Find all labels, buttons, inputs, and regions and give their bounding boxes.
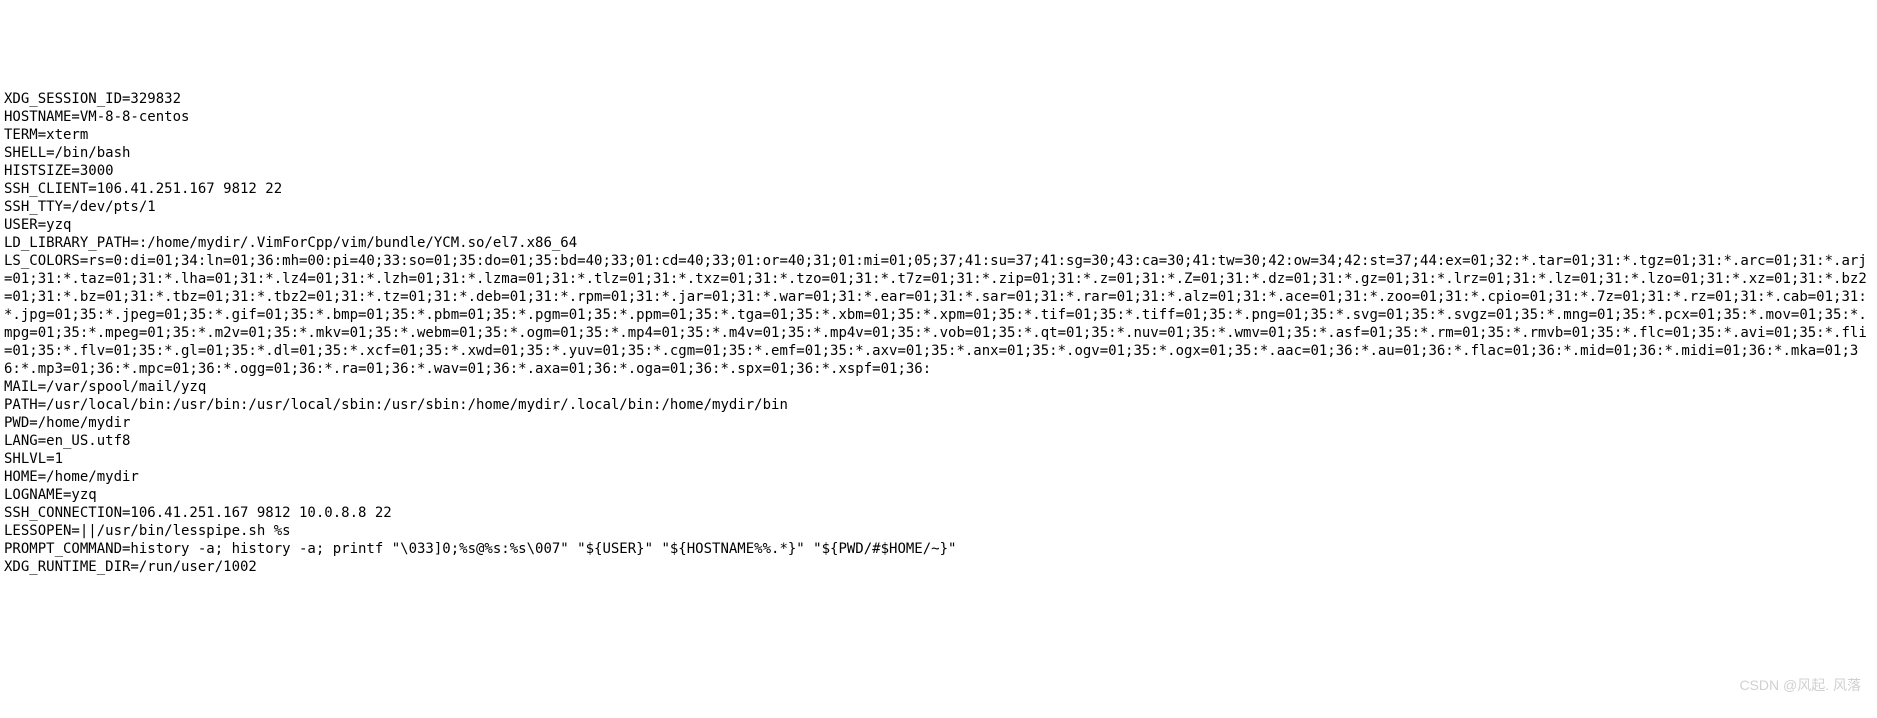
env-line: LESSOPEN=||/usr/bin/lesspipe.sh %s — [4, 523, 291, 539]
env-line: MAIL=/var/spool/mail/yzq — [4, 379, 206, 395]
env-line: LS_COLORS=rs=0:di=01;34:ln=01;36:mh=00:p… — [4, 253, 1867, 377]
env-line: SHELL=/bin/bash — [4, 145, 130, 161]
env-line: SSH_CLIENT=106.41.251.167 9812 22 — [4, 181, 282, 197]
terminal-output[interactable]: XDG_SESSION_ID=329832 HOSTNAME=VM-8-8-ce… — [0, 90, 1877, 576]
env-line: LOGNAME=yzq — [4, 487, 97, 503]
env-line: TERM=xterm — [4, 127, 88, 143]
env-line: SSH_TTY=/dev/pts/1 — [4, 199, 156, 215]
env-line: PWD=/home/mydir — [4, 415, 130, 431]
env-line: PATH=/usr/local/bin:/usr/bin:/usr/local/… — [4, 397, 788, 413]
env-line: XDG_RUNTIME_DIR=/run/user/1002 — [4, 559, 257, 575]
env-line: LD_LIBRARY_PATH=:/home/mydir/.VimForCpp/… — [4, 235, 577, 251]
env-line: XDG_SESSION_ID=329832 — [4, 91, 181, 107]
env-line: HOSTNAME=VM-8-8-centos — [4, 109, 189, 125]
env-line: HISTSIZE=3000 — [4, 163, 114, 179]
env-line: PROMPT_COMMAND=history -a; history -a; p… — [4, 541, 956, 557]
env-line: SSH_CONNECTION=106.41.251.167 9812 10.0.… — [4, 505, 392, 521]
csdn-watermark: CSDN @风起. 风落 — [1739, 676, 1861, 694]
env-line: LANG=en_US.utf8 — [4, 433, 130, 449]
env-line: SHLVL=1 — [4, 451, 63, 467]
env-line: USER=yzq — [4, 217, 71, 233]
env-line: HOME=/home/mydir — [4, 469, 139, 485]
